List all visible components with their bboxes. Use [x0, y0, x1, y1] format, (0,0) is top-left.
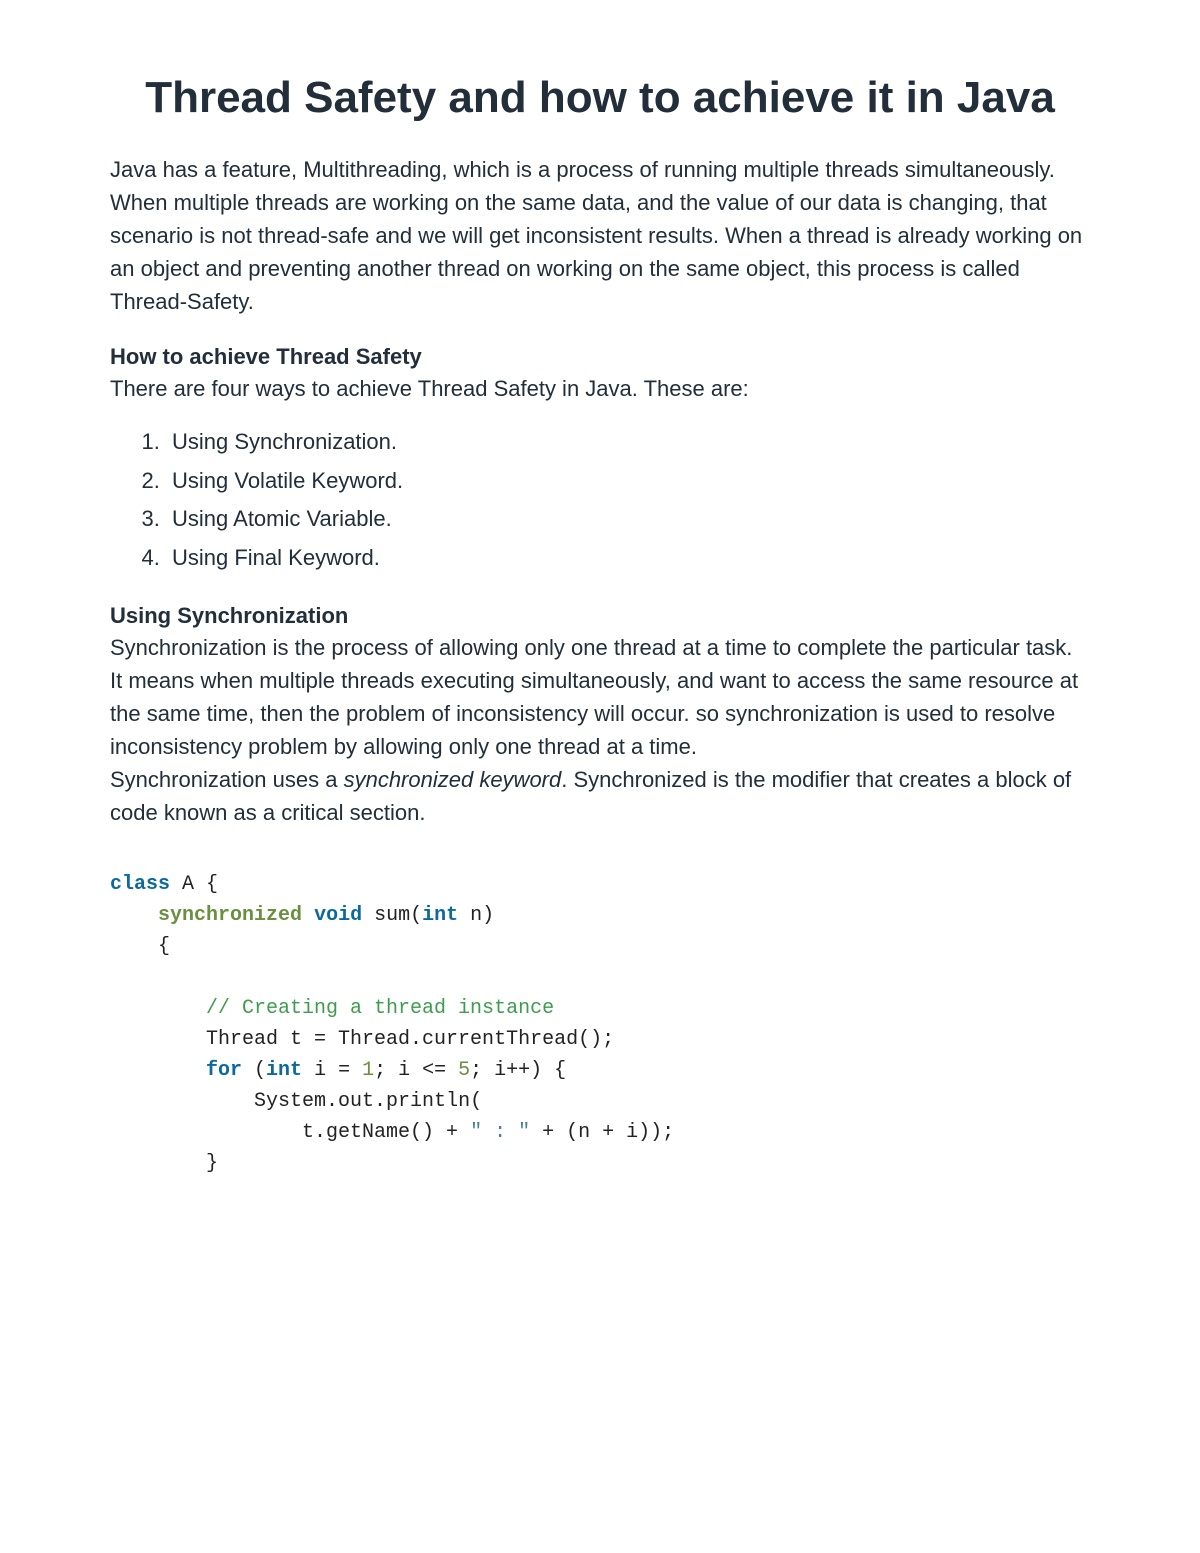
ways-list: Using Synchronization. Using Volatile Ke…	[110, 423, 1090, 577]
code-block: class A { synchronized void sum(int n) {…	[110, 869, 1090, 1179]
section-how-lead: There are four ways to achieve Thread Sa…	[110, 372, 1090, 405]
code-text: t.getName() +	[302, 1121, 470, 1144]
code-keyword-int: int	[422, 904, 458, 927]
code-string: " : "	[470, 1121, 530, 1144]
code-comment: // Creating a thread instance	[206, 997, 554, 1020]
code-text: }	[206, 1152, 218, 1175]
code-text: A {	[170, 873, 218, 896]
sync-para-2-pre: Synchronization uses a	[110, 767, 344, 792]
sync-keyword-emphasis: synchronized keyword	[344, 767, 562, 792]
code-text: i =	[302, 1059, 362, 1082]
code-keyword-int: int	[266, 1059, 302, 1082]
section-heading-how: How to achieve Thread Safety	[110, 344, 1090, 370]
code-text: + (n + i));	[530, 1121, 674, 1144]
code-text: Thread t = Thread.currentThread();	[206, 1028, 614, 1051]
list-item: Using Atomic Variable.	[166, 500, 1090, 539]
code-text: sum(	[362, 904, 422, 927]
code-keyword-synchronized: synchronized	[158, 904, 302, 927]
section-sync-body: Synchronization is the process of allowi…	[110, 631, 1090, 829]
code-text: ; i <=	[374, 1059, 458, 1082]
code-keyword-void: void	[314, 904, 362, 927]
code-text: System.out.println(	[254, 1090, 482, 1113]
code-number: 5	[458, 1059, 470, 1082]
code-number: 1	[362, 1059, 374, 1082]
page-title: Thread Safety and how to achieve it in J…	[110, 70, 1090, 125]
list-item: Using Synchronization.	[166, 423, 1090, 462]
code-text: n)	[458, 904, 494, 927]
code-keyword-class: class	[110, 873, 170, 896]
code-text: {	[158, 935, 170, 958]
document-page: Thread Safety and how to achieve it in J…	[0, 0, 1200, 1553]
code-text: (	[242, 1059, 266, 1082]
sync-para-1: Synchronization is the process of allowi…	[110, 635, 1078, 759]
code-keyword-for: for	[206, 1059, 242, 1082]
list-item: Using Volatile Keyword.	[166, 462, 1090, 501]
code-text: ; i++) {	[470, 1059, 566, 1082]
section-heading-sync: Using Synchronization	[110, 603, 1090, 629]
list-item: Using Final Keyword.	[166, 539, 1090, 578]
intro-paragraph: Java has a feature, Multithreading, whic…	[110, 153, 1090, 318]
